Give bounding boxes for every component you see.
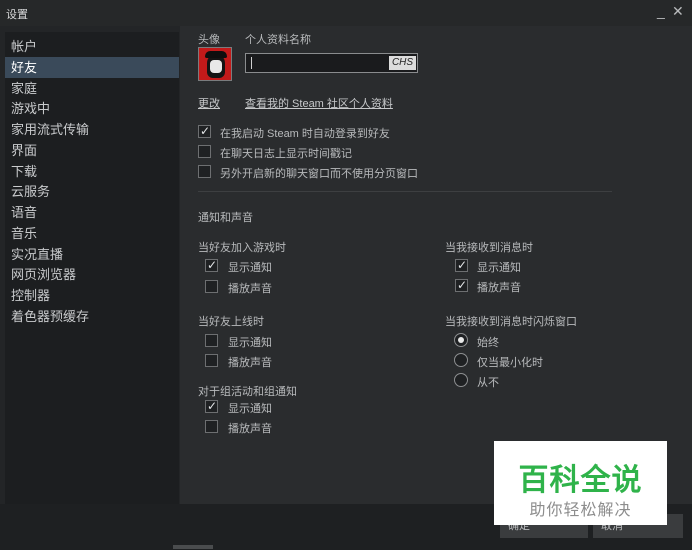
change-avatar-link[interactable]: 更改	[198, 95, 220, 111]
flash-minimized-label: 仅当最小化时	[477, 357, 543, 369]
watermark: 百科全说 助你轻松解决	[494, 441, 667, 525]
group-events-sound-label: 播放声音	[228, 423, 272, 435]
group-events-show-checkbox[interactable]: ✓	[205, 399, 218, 413]
check-icon: ✓	[456, 258, 468, 272]
sidebar-item-in-game[interactable]: 游戏中	[5, 98, 179, 119]
avatar-label: 头像	[198, 34, 220, 46]
avatar[interactable]	[198, 47, 232, 81]
group-events-title: 对于组活动和组通知	[198, 386, 297, 398]
flash-minimized-radio[interactable]	[454, 353, 468, 367]
sidebar-item-broadcasting[interactable]: 实况直播	[5, 244, 179, 265]
message-received-sound-checkbox[interactable]: ✓	[455, 278, 468, 292]
check-icon: ✓	[199, 124, 211, 138]
watermark-title: 百科全说	[518, 464, 643, 497]
message-received-sound-label: 播放声音	[477, 282, 521, 294]
friend-joins-game-title: 当好友加入游戏时	[198, 242, 286, 254]
window-title: 设置	[6, 9, 28, 21]
friend-joins-game-show-checkbox[interactable]: ✓	[205, 258, 218, 272]
group-events-show-label: 显示通知	[228, 403, 272, 415]
sidebar-item-controller[interactable]: 控制器	[5, 285, 179, 306]
avatar-beret	[205, 51, 227, 58]
check-icon: ✓	[206, 258, 218, 272]
sidebar-item-web-browser[interactable]: 网页浏览器	[5, 264, 179, 285]
radio-dot	[458, 337, 464, 343]
friend-online-show-label: 显示通知	[228, 337, 272, 349]
community-profile-link[interactable]: 查看我的 Steam 社区个人资料	[245, 95, 393, 111]
auto-login-label: 在我启动 Steam 时自动登录到好友	[220, 128, 390, 140]
flash-never-label: 从不	[477, 377, 499, 389]
notifications-section-title: 通知和声音	[198, 212, 253, 224]
message-received-show-label: 显示通知	[477, 262, 521, 274]
settings-sidebar: 帐户 好友 家庭 游戏中 家用流式传输 界面 下载 云服务 语音 音乐 实况直播…	[5, 32, 179, 504]
sidebar-item-cloud[interactable]: 云服务	[5, 181, 179, 202]
sidebar-item-in-home-streaming[interactable]: 家用流式传输	[5, 119, 179, 140]
flash-always-radio[interactable]	[454, 333, 468, 347]
group-events-sound-checkbox[interactable]	[205, 420, 218, 433]
separate-chat-window-label: 另外开启新的聊天窗口而不使用分页窗口	[220, 168, 418, 180]
friend-joins-game-sound-label: 播放声音	[228, 283, 272, 295]
flash-always-label: 始终	[477, 337, 499, 349]
friend-online-show-checkbox[interactable]	[205, 334, 218, 347]
profile-name-label: 个人资料名称	[245, 34, 311, 46]
flash-never-radio[interactable]	[454, 373, 468, 387]
sidebar-item-voice[interactable]: 语音	[5, 202, 179, 223]
sidebar-item-family[interactable]: 家庭	[5, 78, 179, 99]
message-received-show-checkbox[interactable]: ✓	[455, 258, 468, 272]
friend-joins-game-sound-checkbox[interactable]	[205, 280, 218, 293]
sidebar-item-account[interactable]: 帐户	[5, 36, 179, 57]
check-icon: ✓	[206, 399, 218, 413]
sidebar-item-music[interactable]: 音乐	[5, 223, 179, 244]
minimize-icon[interactable]: _	[657, 2, 665, 20]
friend-joins-game-show-label: 显示通知	[228, 262, 272, 274]
section-divider	[198, 191, 612, 192]
title-bar: 设置 _ ✕	[0, 0, 692, 26]
sidebar-item-shader-precache[interactable]: 着色器预缓存	[5, 306, 179, 327]
text-caret	[251, 57, 252, 69]
message-received-title: 当我接收到消息时	[445, 242, 533, 254]
close-icon[interactable]: ✕	[672, 2, 684, 20]
scrollbar-thumb[interactable]	[173, 545, 213, 549]
flash-window-title: 当我接收到消息时闪烁窗口	[445, 316, 577, 328]
sidebar-item-interface[interactable]: 界面	[5, 140, 179, 161]
sidebar-item-downloads[interactable]: 下载	[5, 161, 179, 182]
auto-login-checkbox[interactable]: ✓	[198, 124, 211, 138]
friend-online-sound-label: 播放声音	[228, 357, 272, 369]
chat-timestamp-checkbox[interactable]	[198, 145, 211, 158]
ime-badge: CHS	[389, 56, 416, 70]
check-icon: ✓	[456, 278, 468, 292]
friend-online-sound-checkbox[interactable]	[205, 354, 218, 367]
sidebar-item-friends[interactable]: 好友	[5, 57, 179, 78]
separate-chat-window-checkbox[interactable]	[198, 165, 211, 178]
watermark-subtitle: 助你轻松解决	[529, 502, 632, 519]
friend-online-title: 当好友上线时	[198, 316, 264, 328]
chat-timestamp-label: 在聊天日志上显示时间戳记	[220, 148, 352, 160]
profile-name-input[interactable]: CHS	[245, 53, 418, 73]
avatar-face	[210, 60, 222, 73]
